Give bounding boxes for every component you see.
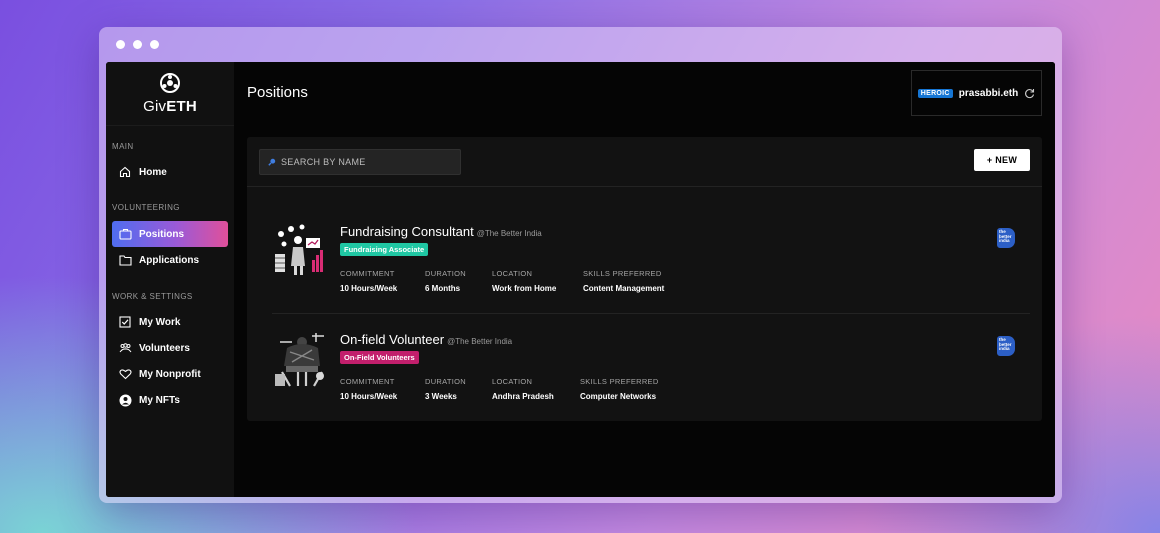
sidebar-item-label: Positions [139,228,185,240]
window-dot-close[interactable] [116,40,125,49]
position-title[interactable]: Fundraising Consultant @The Better India [340,224,542,239]
giveth-logo-icon [160,73,180,93]
position-card[interactable]: On-field Volunteer @The Better India On-F… [247,322,1042,422]
heroic-badge: HEROIC [917,88,953,98]
search-icon [268,158,276,166]
sidebar-item-volunteers[interactable]: Volunteers [112,335,228,361]
checkbox-icon [118,315,132,329]
sidebar-item-label: Applications [139,254,200,266]
main-content: Positions HEROIC prasabbi.eth SEARCH BY … [234,62,1055,497]
user-account[interactable]: HEROIC prasabbi.eth [911,70,1042,116]
new-position-button[interactable]: + NEW [974,149,1030,171]
sidebar-section-work-settings: WORK & SETTINGS [112,292,193,301]
sidebar-section-volunteering: VOLUNTEERING [112,203,180,212]
position-card[interactable]: Fundraising Consultant @The Better India … [247,214,1042,314]
org-logo[interactable]: the better india [997,336,1015,356]
location-value: Andhra Pradesh [492,392,554,401]
volunteer-illustration-icon [275,333,324,387]
home-icon [118,165,132,179]
sidebar-item-label: My NFTs [139,394,180,406]
commitment-label: COMMITMENT [340,377,395,386]
location-label: LOCATION [492,269,533,278]
browser-window: GivETH MAIN Home VOLUNTEERING Positions [99,27,1062,503]
position-org[interactable]: @The Better India [447,337,512,346]
position-title[interactable]: On-field Volunteer @The Better India [340,332,512,347]
divider [272,313,1030,314]
sidebar-item-label: Home [139,166,167,178]
search-input[interactable]: SEARCH BY NAME [259,149,461,175]
refresh-icon[interactable] [1024,88,1035,99]
duration-value: 6 Months [425,284,461,293]
window-controls [116,40,159,49]
people-icon [118,341,132,355]
position-tag: Fundraising Associate [340,243,429,256]
briefcase-icon [118,227,132,241]
fundraising-illustration-icon [275,224,323,275]
user-name: prasabbi.eth [958,87,1019,99]
sidebar-item-my-work[interactable]: My Work [112,309,228,335]
top-bar: Positions HEROIC prasabbi.eth [234,62,1055,125]
org-logo-text: india [999,238,1010,243]
page-title: Positions [247,84,308,101]
duration-label: DURATION [425,269,467,278]
sidebar-section-main: MAIN [112,142,134,151]
duration-label: DURATION [425,377,467,386]
skills-value: Content Management [583,284,665,293]
position-tag: On-Field Volunteers [340,351,419,364]
commitment-value: 10 Hours/Week [340,284,398,293]
commitment-value: 10 Hours/Week [340,392,398,401]
sidebar-item-positions[interactable]: Positions [112,221,228,247]
sidebar: GivETH MAIN Home VOLUNTEERING Positions [106,62,234,497]
search-placeholder: SEARCH BY NAME [281,157,366,167]
sidebar-item-home[interactable]: Home [112,159,228,185]
location-label: LOCATION [492,377,533,386]
commitment-label: COMMITMENT [340,269,395,278]
org-logo-text: india [999,346,1010,351]
app-frame: GivETH MAIN Home VOLUNTEERING Positions [106,62,1055,497]
user-circle-icon [118,393,132,407]
window-dot-minimize[interactable] [133,40,142,49]
brand-logo[interactable]: GivETH [106,62,234,126]
brand-name: GivETH [143,98,197,115]
heart-icon [118,367,132,381]
sidebar-item-my-nonprofit[interactable]: My Nonprofit [112,361,228,387]
skills-value: Computer Networks [580,392,657,401]
position-org[interactable]: @The Better India [477,229,542,238]
positions-panel: SEARCH BY NAME + NEW Fundraising Consult… [247,137,1042,421]
window-dot-maximize[interactable] [150,40,159,49]
skills-label: SKILLS PREFERRED [583,269,662,278]
skills-label: SKILLS PREFERRED [580,377,659,386]
sidebar-item-my-nfts[interactable]: My NFTs [112,387,228,413]
duration-value: 3 Weeks [425,392,457,401]
sidebar-item-label: My Work [139,316,181,328]
sidebar-item-label: Volunteers [139,342,190,354]
org-logo[interactable]: the better india [997,228,1015,248]
location-value: Work from Home [492,284,557,293]
sidebar-item-label: My Nonprofit [139,368,201,380]
sidebar-item-applications[interactable]: Applications [112,247,228,273]
divider [247,186,1042,187]
folder-icon [118,253,132,267]
